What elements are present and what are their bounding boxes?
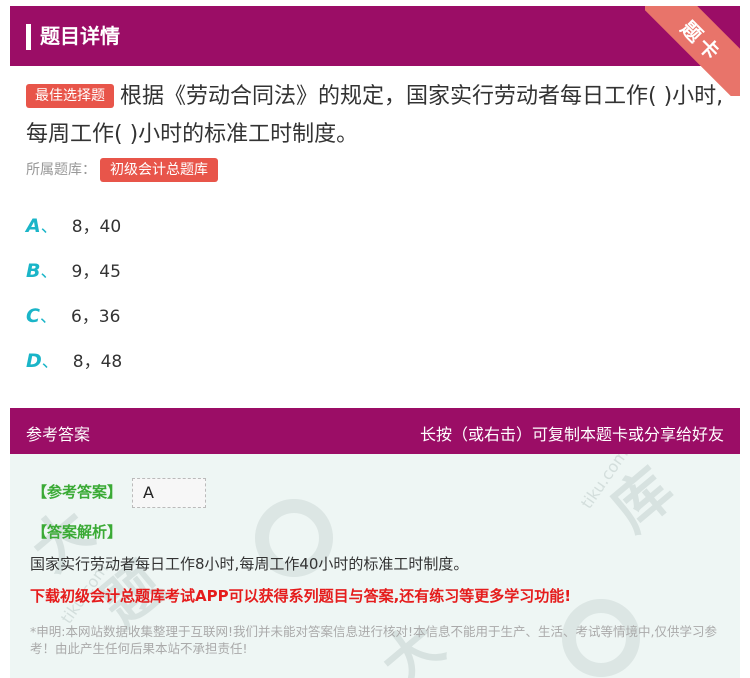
- reference-answer-label: 【参考答案】: [32, 483, 123, 501]
- option-letter: C: [26, 305, 40, 327]
- answer-header: 参考答案 长按（或右击）可复制本题卡或分享给好友: [10, 408, 740, 454]
- option-text: 6，36: [70, 307, 121, 327]
- option-text: 9，45: [71, 262, 121, 282]
- share-hint: 长按（或右击）可复制本题卡或分享给好友: [419, 425, 724, 444]
- question-type-badge: 最佳选择题: [26, 84, 114, 108]
- option-text: 8，48: [72, 352, 123, 372]
- analysis-text: 国家实行劳动者每日工作8小时,每周工作40小时的标准工时制度。: [30, 555, 469, 573]
- ribbon-label: 题卡: [676, 15, 728, 67]
- bank-label: 所属题库：: [26, 162, 96, 178]
- answer-panel: 大 题 大 库 tiku.com tiku.com 【参考答案】 A 【答案解析…: [10, 454, 740, 678]
- option-letter: B: [26, 260, 41, 282]
- bank-link[interactable]: 初级会计总题库: [100, 158, 218, 182]
- option-c[interactable]: C、 6，36: [26, 303, 120, 330]
- header-accent-bar: [26, 24, 31, 50]
- option-d[interactable]: D、 8，48: [26, 348, 122, 375]
- option-a[interactable]: A、 8，40: [26, 213, 121, 240]
- question-text: 根据《劳动合同法》的规定，国家实行劳动者每日工作( )小时,每周工作( )小时的…: [26, 84, 724, 147]
- disclaimer: *申明:本网站数据收集整理于互联网!我们并未能对答案信息进行核对!本信息不能用于…: [30, 624, 717, 656]
- page-title: 题目详情: [40, 24, 120, 48]
- option-text: 8，40: [71, 217, 122, 237]
- reference-answer-value: A: [132, 478, 206, 508]
- option-letter: D: [26, 350, 42, 372]
- download-app-link[interactable]: 下载初级会计总题库考试APP可以获得系列题目与答案,还有练习等更多学习功能!: [30, 585, 571, 606]
- question-bank-row: 所属题库： 初级会计总题库: [26, 158, 218, 182]
- option-b[interactable]: B、 9，45: [26, 258, 121, 285]
- analysis-label: 【答案解析】: [32, 523, 123, 541]
- answer-section-title: 参考答案: [26, 425, 91, 444]
- detail-header: 题目详情 题卡: [10, 6, 740, 96]
- option-letter: A: [26, 215, 41, 237]
- question-stem: 最佳选择题 根据《劳动合同法》的规定，国家实行劳动者每日工作( )小时,每周工作(…: [26, 78, 726, 154]
